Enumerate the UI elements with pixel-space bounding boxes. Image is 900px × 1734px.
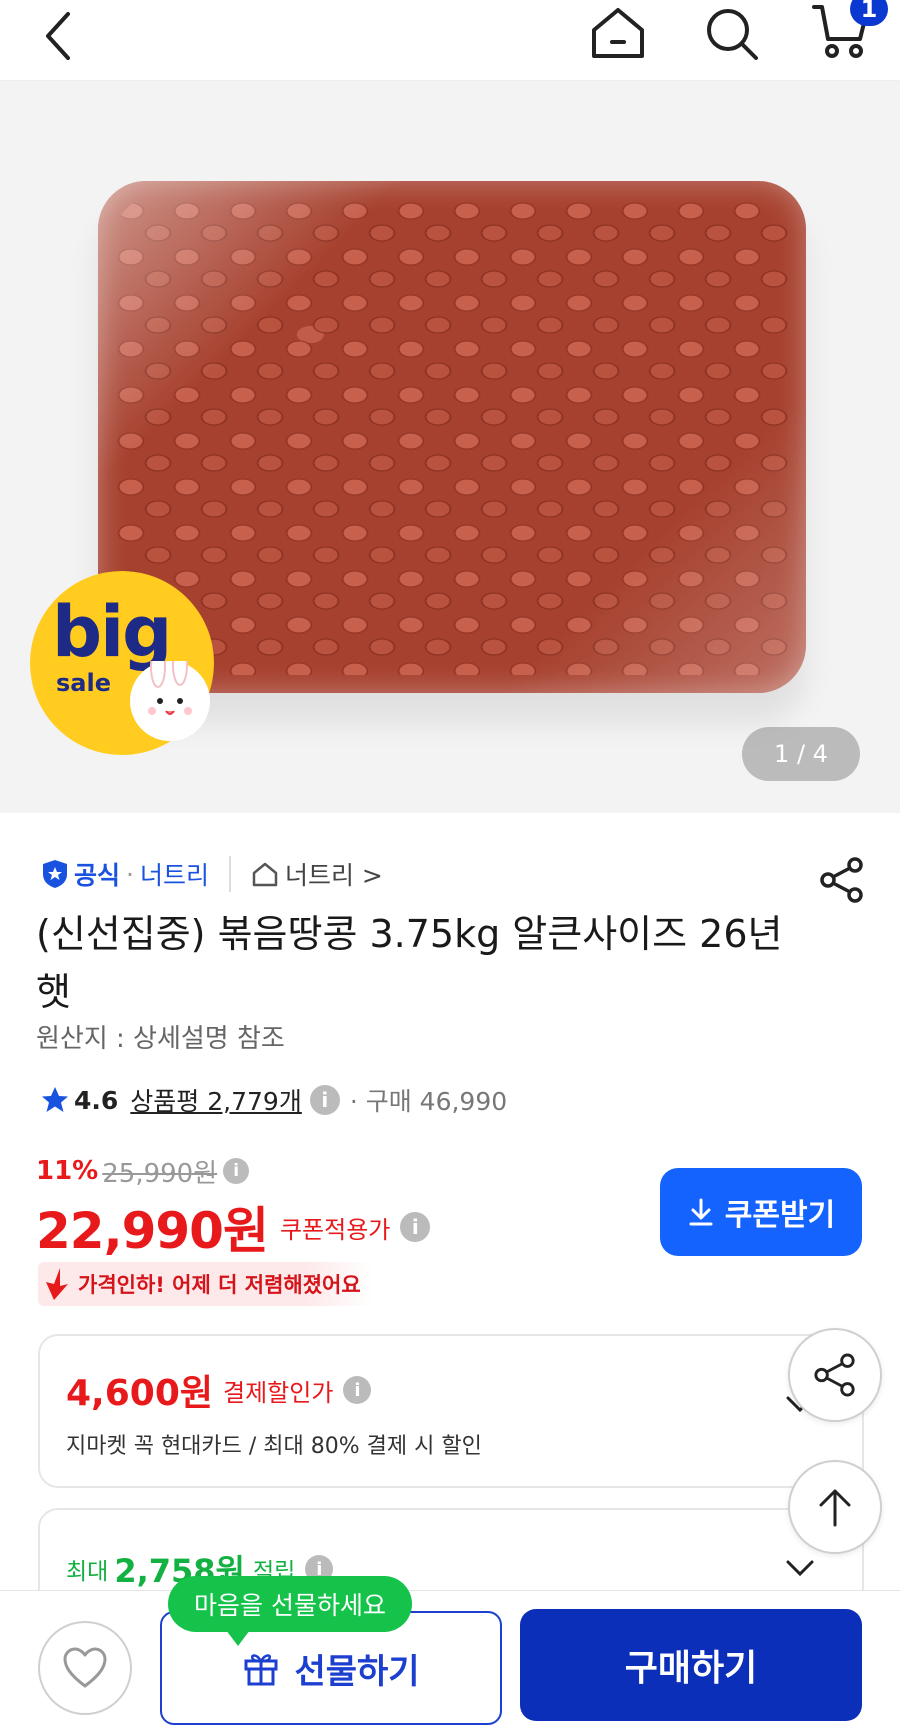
info-icon[interactable]: i <box>400 1212 431 1242</box>
card-discount-card[interactable]: 4,600원 결제할인가 i 지마켓 꼭 현대카드 / 최대 80% 결제 시 … <box>38 1334 864 1488</box>
chevron-down-icon <box>786 1560 814 1577</box>
heart-icon <box>63 1647 107 1688</box>
home-icon <box>592 8 644 58</box>
product-title: (신선집중) 볶음땅콩 3.75kg 알큰사이즈 26년 햇 <box>36 912 783 1014</box>
cart-count-badge: 1 <box>850 0 888 26</box>
official-label: 공식 <box>74 861 121 890</box>
big-sale-badge: big sale <box>30 571 214 755</box>
home-button[interactable] <box>586 2 650 66</box>
arrow-down-icon <box>46 1268 68 1300</box>
download-icon <box>689 1198 713 1226</box>
product-origin: 원산지 : 상세설명 참조 <box>36 1024 285 1054</box>
arrow-up-icon <box>819 1489 851 1527</box>
store-link[interactable]: 너트리 > <box>251 856 383 892</box>
wishlist-button[interactable] <box>38 1621 132 1715</box>
chevron-left-icon <box>46 12 70 60</box>
original-price: 25,990원 <box>102 1158 218 1189</box>
scroll-top-button[interactable] <box>788 1460 882 1554</box>
points-prefix: 최대 <box>66 1559 109 1585</box>
card-discount-label: 결제할인가 <box>223 1378 334 1407</box>
card-discount-desc: 지마켓 꼭 현대카드 / 최대 80% 결제 시 할인 <box>66 1434 482 1459</box>
share-icon <box>820 857 863 903</box>
product-image <box>98 181 806 693</box>
bunny-mascot-icon <box>130 644 210 741</box>
purchase-count: · 구매 46,990 <box>349 1087 508 1116</box>
home-outline-icon <box>252 862 278 887</box>
rating-value: 4.6 <box>74 1085 119 1115</box>
gift-icon <box>244 1654 278 1686</box>
info-icon[interactable]: i <box>343 1376 372 1404</box>
gift-tooltip: 마음을 선물하세요 <box>168 1576 412 1646</box>
sale-price: 22,990원 <box>36 1202 269 1260</box>
back-button[interactable] <box>30 8 86 64</box>
buy-button[interactable]: 구매하기 <box>520 1609 862 1721</box>
info-icon[interactable]: i <box>223 1158 250 1184</box>
product-image-gallery[interactable]: big sale 1 / 4 <box>0 81 900 813</box>
price-row: 22,990원 쿠폰적용가 i <box>36 1192 431 1262</box>
shield-star-icon <box>43 860 67 888</box>
card-discount-amount: 4,600원 <box>66 1373 213 1414</box>
store-link-label: 너트리 > <box>284 861 383 890</box>
share-button[interactable] <box>814 852 870 908</box>
seller-name[interactable]: 너트리 <box>140 856 209 892</box>
discount-rate: 11% <box>36 1156 99 1186</box>
floating-share-button[interactable] <box>788 1328 882 1422</box>
share-icon <box>814 1353 855 1397</box>
coupon-price-note: 쿠폰적용가 <box>279 1215 391 1244</box>
image-counter: 1 / 4 <box>742 727 860 781</box>
badge-sale-text: sale <box>56 669 111 697</box>
price-drop-notice: 가격인하! 어제 더 저렴해졌어요 <box>38 1262 373 1306</box>
top-bar: 1 <box>0 0 900 81</box>
info-icon[interactable]: i <box>309 1085 340 1115</box>
coupon-button-label: 쿠폰받기 <box>724 1198 836 1233</box>
price-drop-text: 가격인하! 어제 더 저렴해졌어요 <box>78 1273 361 1297</box>
reviews-link[interactable]: 상품평 2,779개 <box>130 1082 302 1118</box>
coupon-download-button[interactable]: 쿠폰받기 <box>660 1168 862 1256</box>
rating-row: 4.6 상품평 2,779개 i · 구매 46,990 <box>40 1080 507 1120</box>
star-icon <box>42 1087 68 1112</box>
search-button[interactable] <box>700 2 764 66</box>
search-icon <box>707 9 758 60</box>
seller-row: 공식 · 너트리 너트리 > <box>40 852 383 896</box>
official-badge: 공식 <box>40 856 120 892</box>
bottom-action-bar: 선물하기 구매하기 <box>0 1590 900 1734</box>
gift-button-label: 선물하기 <box>294 1651 420 1692</box>
discount-row: 11% 25,990원 i <box>36 1152 250 1190</box>
